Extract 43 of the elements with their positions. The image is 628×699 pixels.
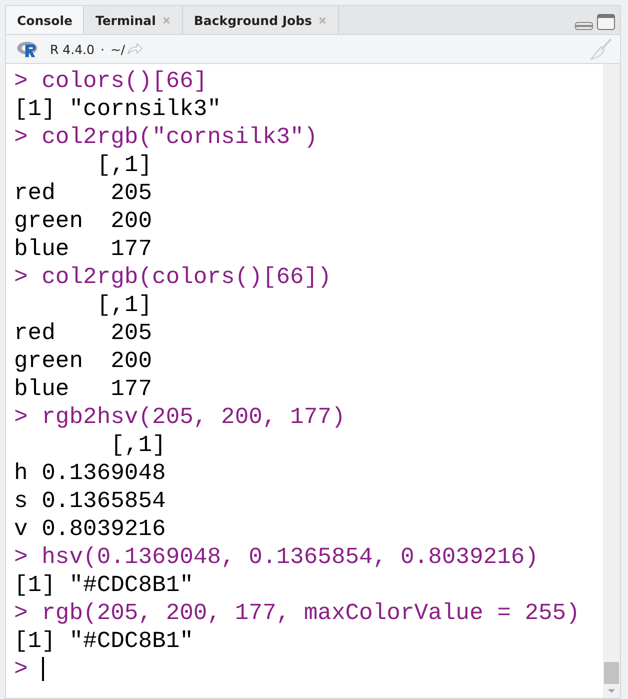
scroll-down-icon[interactable] (607, 688, 616, 694)
r-logo-icon (16, 40, 40, 58)
output-text: red 205 (14, 179, 152, 207)
output-text: green 200 (14, 207, 152, 235)
output-text: [,1] (96, 291, 152, 319)
working-directory: ~/ (110, 42, 126, 56)
separator-dot: · (100, 42, 104, 56)
output-text: blue 177 (14, 375, 152, 403)
output-text: h 0.1369048 (14, 459, 166, 487)
output-text: blue 177 (14, 235, 152, 263)
output-text: [,1] (110, 431, 166, 459)
scrollbar-thumb[interactable] (604, 662, 619, 684)
minimize-icon[interactable] (575, 20, 593, 30)
maximize-icon[interactable] (597, 14, 615, 30)
prompt: > (14, 123, 28, 151)
output-text: [1] "#CDC8B1" (14, 627, 194, 655)
prompt: > (14, 67, 28, 95)
tab[interactable]: Console (6, 6, 84, 34)
command-text: colors()[66] (42, 67, 208, 95)
output-text: [1] "#CDC8B1" (14, 571, 194, 599)
prompt: > (14, 543, 28, 571)
text-cursor (42, 657, 44, 681)
output-text: [,1] (96, 151, 152, 179)
close-icon[interactable] (318, 16, 327, 24)
output-text: green 200 (14, 347, 152, 375)
output-text: red 205 (14, 319, 152, 347)
output-text: [1] "cornsilk3" (14, 95, 222, 123)
command-text: rgb(205, 200, 177, maxColorValue = 255) (42, 599, 580, 627)
prompt: > (14, 655, 28, 683)
prompt: > (14, 403, 28, 431)
prompt: > (14, 599, 28, 627)
output-text: v 0.8039216 (14, 515, 166, 543)
r-version: R 4.4.0 (50, 42, 94, 56)
scrollbar[interactable] (603, 64, 620, 698)
broom-icon[interactable] (590, 38, 612, 60)
command-text: col2rgb(colors()[66]) (42, 263, 332, 291)
command-text: hsv(0.1369048, 0.1365854, 0.8039216) (42, 543, 538, 571)
command-text: col2rgb("cornsilk3") (42, 123, 318, 151)
prompt: > (14, 263, 28, 291)
command-text: rgb2hsv(205, 200, 177) (42, 403, 346, 431)
output-text: s 0.1365854 (14, 487, 166, 515)
close-icon[interactable] (162, 16, 171, 24)
arrow-icon[interactable] (127, 43, 144, 55)
